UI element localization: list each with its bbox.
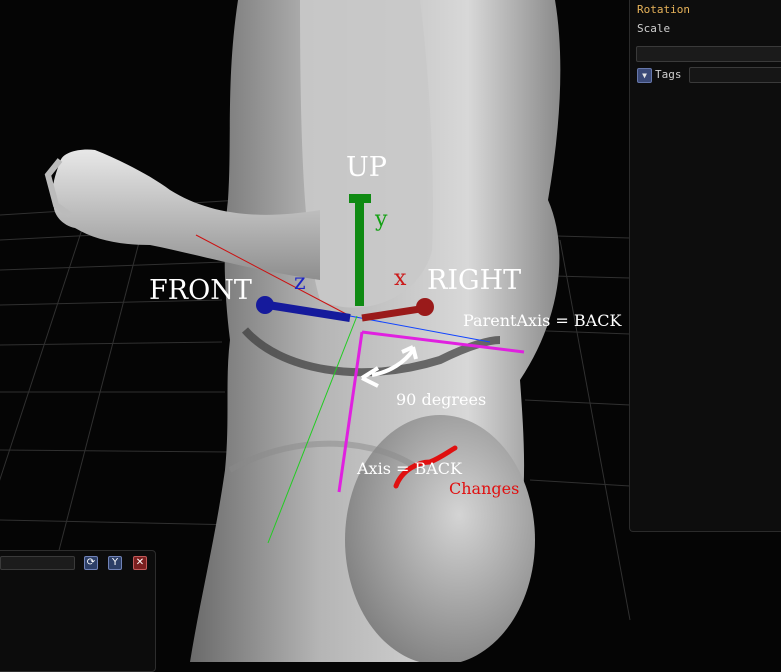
property-field[interactable] — [636, 46, 781, 62]
label-y-axis: y — [375, 207, 388, 232]
filter-icon: Y — [111, 557, 119, 568]
label-front: FRONT — [149, 275, 252, 306]
label-changes: Changes — [449, 479, 520, 498]
label-x-axis: x — [394, 266, 407, 291]
label-right: RIGHT — [427, 265, 522, 296]
label-axis: Axis = BACK — [357, 459, 462, 478]
close-button[interactable]: ✕ — [133, 556, 147, 570]
refresh-button[interactable]: ⟳ — [84, 556, 98, 570]
rotation-label[interactable]: Rotation — [637, 3, 690, 16]
label-angle: 90 degrees — [396, 390, 487, 409]
triangle-down-icon[interactable]: ▼ — [637, 68, 652, 83]
tags-label: Tags — [655, 68, 682, 81]
tags-input[interactable] — [689, 67, 781, 83]
label-parent-axis: ParentAxis = BACK — [463, 311, 622, 330]
refresh-icon: ⟳ — [86, 557, 96, 568]
label-z-axis: z — [294, 270, 306, 295]
scale-label[interactable]: Scale — [637, 22, 670, 35]
search-input[interactable] — [0, 556, 75, 570]
close-icon: ✕ — [135, 557, 145, 568]
label-up: UP — [346, 152, 387, 183]
filter-button[interactable]: Y — [108, 556, 122, 570]
